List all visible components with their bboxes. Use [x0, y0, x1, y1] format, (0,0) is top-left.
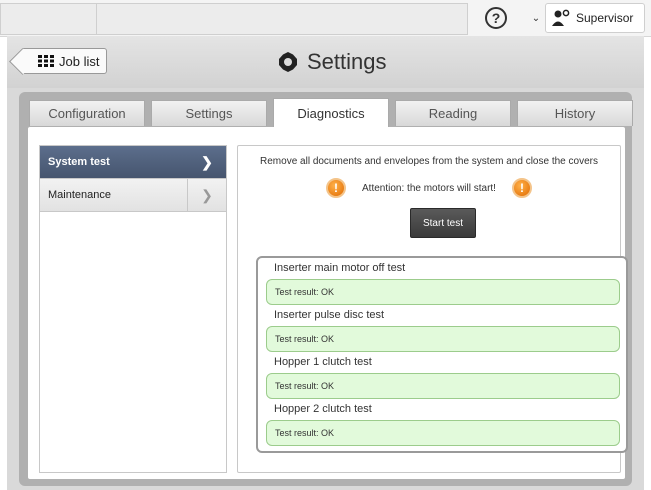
test-result: Test result: OK — [266, 373, 620, 399]
tab-content: System test ❯ Maintenance ❯ Remove all d… — [28, 127, 628, 479]
test-name: Inserter pulse disc test — [274, 309, 385, 321]
page-title-text: Settings — [307, 49, 387, 74]
job-list-label: Job list — [59, 53, 100, 69]
sidebar-item-label: System test — [48, 156, 110, 168]
job-list-button[interactable]: Job list — [21, 48, 107, 74]
help-button[interactable]: ? — [466, 3, 526, 33]
chevron-right-icon: ❯ — [201, 153, 213, 170]
sidebar-item-system-test[interactable]: System test ❯ — [40, 146, 226, 179]
gear-icon — [279, 52, 297, 72]
user-button[interactable]: Supervisor — [545, 3, 645, 33]
chevron-right-icon: ❯ — [187, 179, 226, 211]
test-result: Test result: OK — [266, 420, 620, 446]
warning-icon: ! — [326, 178, 347, 198]
top-segment-2 — [96, 3, 468, 35]
header: Job list Settings — [7, 36, 644, 88]
user-name: Supervisor — [576, 11, 634, 25]
top-segment-1 — [0, 3, 98, 35]
test-name: Hopper 2 clutch test — [274, 403, 372, 415]
grid-icon — [38, 55, 54, 67]
test-result: Test result: OK — [266, 279, 620, 305]
tab-history[interactable]: History — [517, 100, 633, 126]
help-icon: ? — [485, 7, 507, 29]
tab-diagnostics[interactable]: Diagnostics — [273, 98, 389, 128]
chevron-down-icon[interactable]: ⌄ — [528, 3, 544, 33]
system-test-panel: Remove all documents and envelopes from … — [237, 145, 628, 473]
test-name: Hopper 1 clutch test — [274, 356, 372, 368]
sidebar-item-maintenance[interactable]: Maintenance ❯ — [40, 179, 226, 212]
app-frame: Job list Settings Configuration Settings… — [7, 36, 644, 490]
warning-icon: ! — [511, 178, 532, 198]
settings-panel: Configuration Settings Diagnostics Readi… — [19, 92, 633, 486]
attention-row: ! Attention: the motors will start! ! — [238, 178, 620, 198]
instruction-text: Remove all documents and envelopes from … — [260, 156, 598, 167]
top-bar: ? ⌄ Supervisor — [0, 0, 651, 37]
tab-reading[interactable]: Reading — [395, 100, 511, 126]
sidebar-item-label: Maintenance — [48, 189, 111, 201]
tab-configuration[interactable]: Configuration — [29, 100, 145, 126]
test-result: Test result: OK — [266, 326, 620, 352]
start-test-button[interactable]: Start test — [410, 208, 476, 238]
user-settings-icon — [552, 9, 570, 26]
tab-settings[interactable]: Settings — [151, 100, 267, 126]
attention-text: Attention: the motors will start! — [362, 182, 496, 194]
test-name: Inserter main motor off test — [274, 262, 406, 274]
test-results-list[interactable]: Inserter main motor off test Test result… — [256, 256, 628, 453]
page-title: Settings — [277, 48, 387, 76]
sidebar: System test ❯ Maintenance ❯ — [39, 145, 227, 473]
